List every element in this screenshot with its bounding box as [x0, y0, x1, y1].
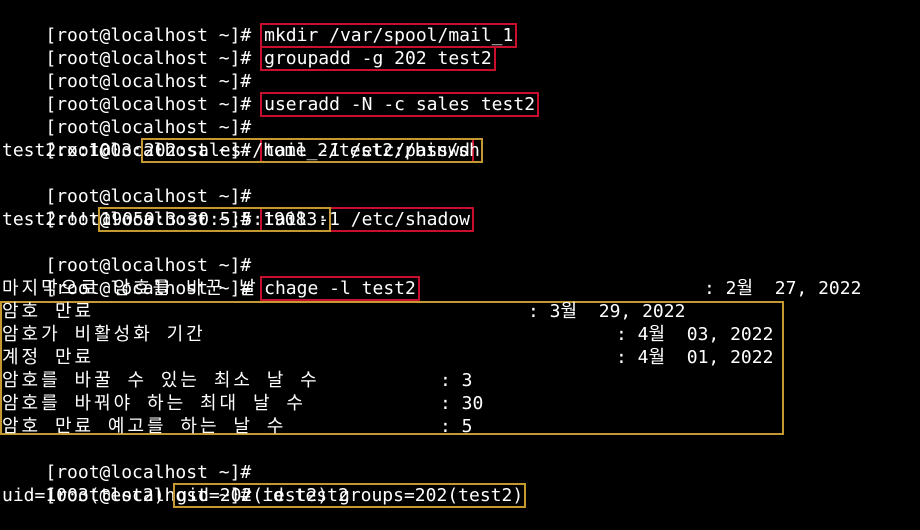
highlighted-output: gid=202(test2) groups=202(test2) [173, 483, 527, 508]
terminal-output-line: test2:!!:19050:3:30:5:5:19083: [2, 207, 332, 232]
terminal-line: [root@localhost ~]# [2, 162, 251, 207]
chage-value: : 5 [440, 416, 473, 437]
terminal-line: [root@localhost ~]# chage -l test2 [2, 254, 420, 301]
chage-label: 암호 만료 예고를 하는 날 수 [2, 416, 287, 437]
chage-label: 암호가 비활성화 기간 [2, 324, 206, 345]
output-text: test2:!!: [2, 209, 100, 230]
chage-value: : 3 [440, 370, 473, 391]
chage-value: : 3월 29, 2022 [528, 301, 686, 322]
command-text: groupadd -g 202 test2 [260, 46, 496, 71]
terminal-line: [root@localhost ~]# id test2 [2, 461, 348, 506]
terminal-line: [root@localhost ~]# tail -1 /etc/passwd [2, 116, 475, 163]
chage-value: : 4월 01, 2022 [616, 347, 774, 368]
terminal-line: [root@localhost ~]# mkdir /var/spool/mai… [2, 1, 518, 48]
chage-label: 암호를 바꿀 수 있는 최소 날 수 [2, 370, 320, 391]
highlighted-output: 202:sales:/home_2/test2:/bin/sh [140, 138, 483, 163]
chage-label: 계정 만료 [2, 347, 95, 368]
chage-label: 암호 만료 [2, 301, 95, 322]
terminal-line: [root@localhost ~]# [2, 47, 251, 92]
terminal-line: [root@localhost ~]# tail -1 /etc/shadow [2, 185, 475, 232]
terminal-window[interactable]: [root@localhost ~]# mkdir /var/spool/mai… [0, 0, 920, 508]
chage-value: : 30 [440, 393, 484, 414]
command-text: chage -l test2 [260, 276, 420, 301]
output-text: test2:x:1003: [2, 140, 143, 161]
terminal-line: [root@localhost ~]# [2, 438, 251, 483]
chage-value: : 4월 03, 2022 [616, 324, 774, 345]
terminal-line: [root@localhost ~]# [2, 231, 251, 276]
chage-label: 암호를 바꿔야 하는 최대 날 수 [2, 393, 306, 414]
terminal-line: [root@localhost ~]# groupadd -g 202 test… [2, 24, 496, 71]
terminal-line: [root@localhost ~]# [2, 93, 251, 138]
terminal-output-line: uid=1003(test2) gid=202(test2) groups=20… [2, 483, 527, 508]
output-text: uid=1003(test2) [2, 485, 176, 506]
chage-value: : 2월 27, 2022 [704, 278, 862, 299]
command-text: useradd -N -c sales test2 [260, 92, 540, 117]
chage-label: 마지막으로 암호를 바꾼 날 [2, 278, 259, 299]
terminal-output-line: test2:x:1003:202:sales:/home_2/test2:/bi… [2, 138, 483, 163]
terminal-line: [root@localhost ~]# useradd -N -c sales … [2, 70, 540, 117]
highlighted-output: 19050:3:30:5:5:19083: [97, 207, 332, 232]
